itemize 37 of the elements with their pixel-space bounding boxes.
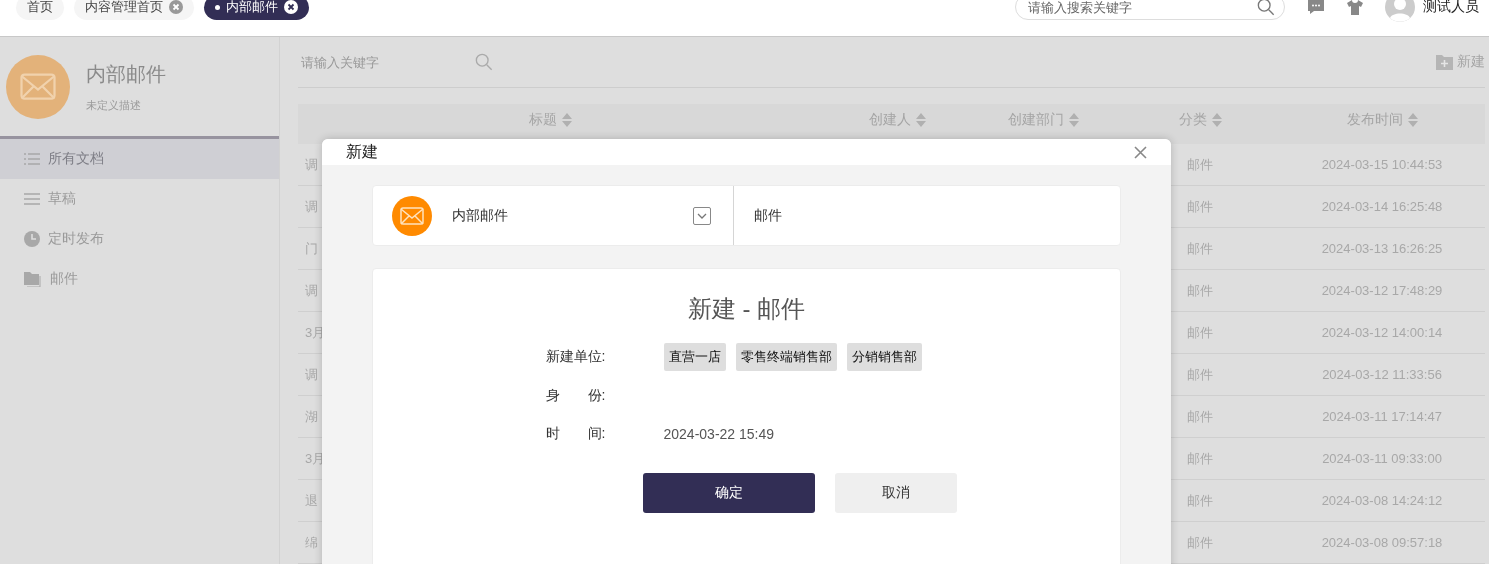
list-icon [24, 152, 40, 166]
menu-icon [24, 192, 40, 206]
sidebar-item[interactable]: 定时发布 [0, 219, 279, 259]
template-category: 邮件 [753, 206, 782, 225]
confirm-button[interactable]: 确定 [642, 473, 815, 513]
folder-icon [24, 271, 42, 287]
close-icon[interactable] [284, 0, 298, 14]
unit-tag[interactable]: 直营一店 [663, 343, 726, 371]
search-icon[interactable] [1257, 0, 1275, 16]
chat-icon[interactable] [1307, 0, 1325, 15]
clock-icon [24, 231, 40, 247]
tab[interactable]: 首页 [16, 0, 64, 20]
search-field[interactable]: 请输入搜索关键字 [1015, 0, 1285, 20]
chevron-down-icon[interactable] [697, 212, 707, 219]
user-name[interactable]: 测试人员 [1423, 0, 1479, 16]
sidebar-item[interactable]: 邮件 [0, 259, 279, 299]
sidebar-item[interactable]: 草稿 [0, 179, 279, 219]
dropdown-button[interactable] [693, 206, 711, 225]
tab[interactable]: 内部邮件 [204, 0, 309, 20]
section-description: 未定义描述 [86, 97, 142, 113]
search-field[interactable]: 请输入关键字 [298, 49, 498, 75]
field-label: 身 份: [545, 387, 607, 405]
template-name: 内部邮件 [452, 206, 509, 225]
sidebar-item[interactable]: 所有文档 [0, 139, 279, 179]
field-label: 新建单位: [545, 348, 607, 366]
dialog-title: 新建 [346, 141, 378, 162]
unit-tag[interactable]: 分销销售部 [846, 343, 922, 371]
unit-tag[interactable]: 零售终端销售部 [735, 343, 837, 371]
tab[interactable]: 内容管理首页 [74, 0, 194, 20]
mail-icon [392, 195, 432, 236]
section-title: 内部邮件 [86, 61, 166, 87]
folder-plus-icon [1436, 54, 1453, 70]
field-label: 时 间: [545, 425, 607, 443]
form-heading: 新建 - 邮件 [687, 294, 806, 324]
cancel-button[interactable]: 取消 [834, 473, 957, 513]
shirt-icon[interactable] [1347, 0, 1363, 15]
field-value: 2024-03-22 15:49 [663, 426, 775, 442]
